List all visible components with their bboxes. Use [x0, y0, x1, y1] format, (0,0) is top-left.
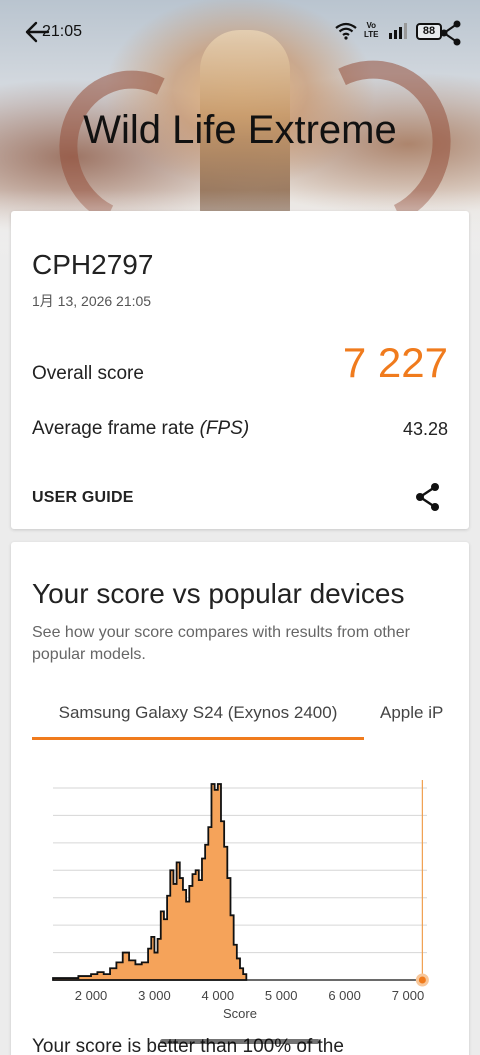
- device-name: CPH2797: [32, 249, 154, 280]
- wifi-icon: [335, 22, 357, 40]
- comparison-title: Your score vs popular devices: [32, 578, 405, 609]
- signal-icon: [389, 23, 407, 39]
- x-axis-label: Score: [223, 1006, 257, 1021]
- battery-indicator: 88: [416, 23, 442, 40]
- x-tick-label: 7 000: [392, 988, 425, 1003]
- result-date: 1月 13, 2026 21:05: [32, 293, 152, 309]
- fps-value: 43.28: [402, 419, 448, 439]
- page-title: Wild Life Extreme: [83, 108, 397, 152]
- x-tick-label: 6 000: [328, 988, 361, 1003]
- histogram-area: [52, 783, 248, 981]
- user-guide-link[interactable]: USER GUIDE: [32, 489, 134, 507]
- active-tab-indicator: [32, 737, 364, 740]
- fps-label-text: Average frame rate: [32, 418, 200, 439]
- tab-samsung-galaxy-s24[interactable]: Samsung Galaxy S24 (Exynos 2400): [32, 703, 364, 723]
- histogram-grid: [53, 787, 427, 981]
- status-time: 21:05: [42, 23, 83, 40]
- comparison-card: Your score vs popular devices See how yo…: [11, 542, 469, 1055]
- fps-label: Average frame rate (FPS): [32, 418, 249, 440]
- volte-icon: Vo LTE: [364, 21, 379, 39]
- fps-unit: (FPS): [199, 418, 250, 439]
- result-card: CPH2797 1月 13, 2026 21:05 Overall score …: [11, 211, 469, 529]
- scroll-indicator: [160, 1039, 320, 1044]
- x-tick-label: 2 000: [75, 988, 108, 1003]
- x-tick-label: 5 000: [265, 988, 298, 1003]
- x-axis-ticks: 2 000 3 000 4 000 5 000 6 000 7 000: [75, 988, 424, 1003]
- comparison-subtitle: See how your score compares with results…: [32, 624, 410, 663]
- your-score-marker: [415, 973, 429, 987]
- tab-apple[interactable]: Apple iP: [380, 703, 443, 723]
- overall-score-value: 7 227: [342, 339, 448, 386]
- x-tick-label: 3 000: [138, 988, 171, 1003]
- x-tick-label: 4 000: [202, 988, 235, 1003]
- share-icon[interactable]: [440, 20, 462, 46]
- share-icon[interactable]: [415, 482, 441, 512]
- status-bar: 21:05 Vo LTE 88: [0, 18, 480, 46]
- score-histogram: 2 000 3 000 4 000 5 000 6 000 7 000 Score: [52, 780, 429, 1021]
- overall-score-label: Overall score: [32, 363, 144, 384]
